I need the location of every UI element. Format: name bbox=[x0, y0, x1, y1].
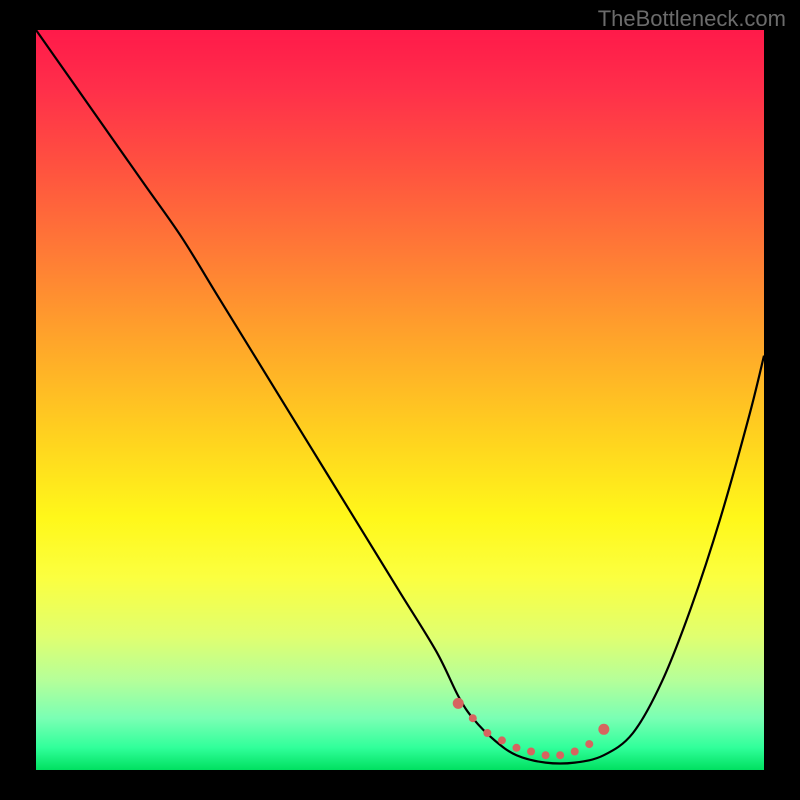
valley-point bbox=[542, 751, 550, 759]
valley-point bbox=[453, 698, 464, 709]
valley-point bbox=[512, 744, 520, 752]
valley-point bbox=[598, 724, 609, 735]
valley-point bbox=[483, 729, 491, 737]
valley-highlight-points bbox=[453, 698, 610, 759]
bottleneck-curve bbox=[36, 30, 764, 764]
valley-point bbox=[498, 736, 506, 744]
valley-point bbox=[556, 751, 564, 759]
valley-point bbox=[585, 740, 593, 748]
valley-point bbox=[527, 748, 535, 756]
chart-plot-area bbox=[36, 30, 764, 770]
watermark-text: TheBottleneck.com bbox=[598, 6, 786, 32]
valley-point bbox=[469, 714, 477, 722]
chart-svg bbox=[36, 30, 764, 770]
valley-point bbox=[571, 748, 579, 756]
